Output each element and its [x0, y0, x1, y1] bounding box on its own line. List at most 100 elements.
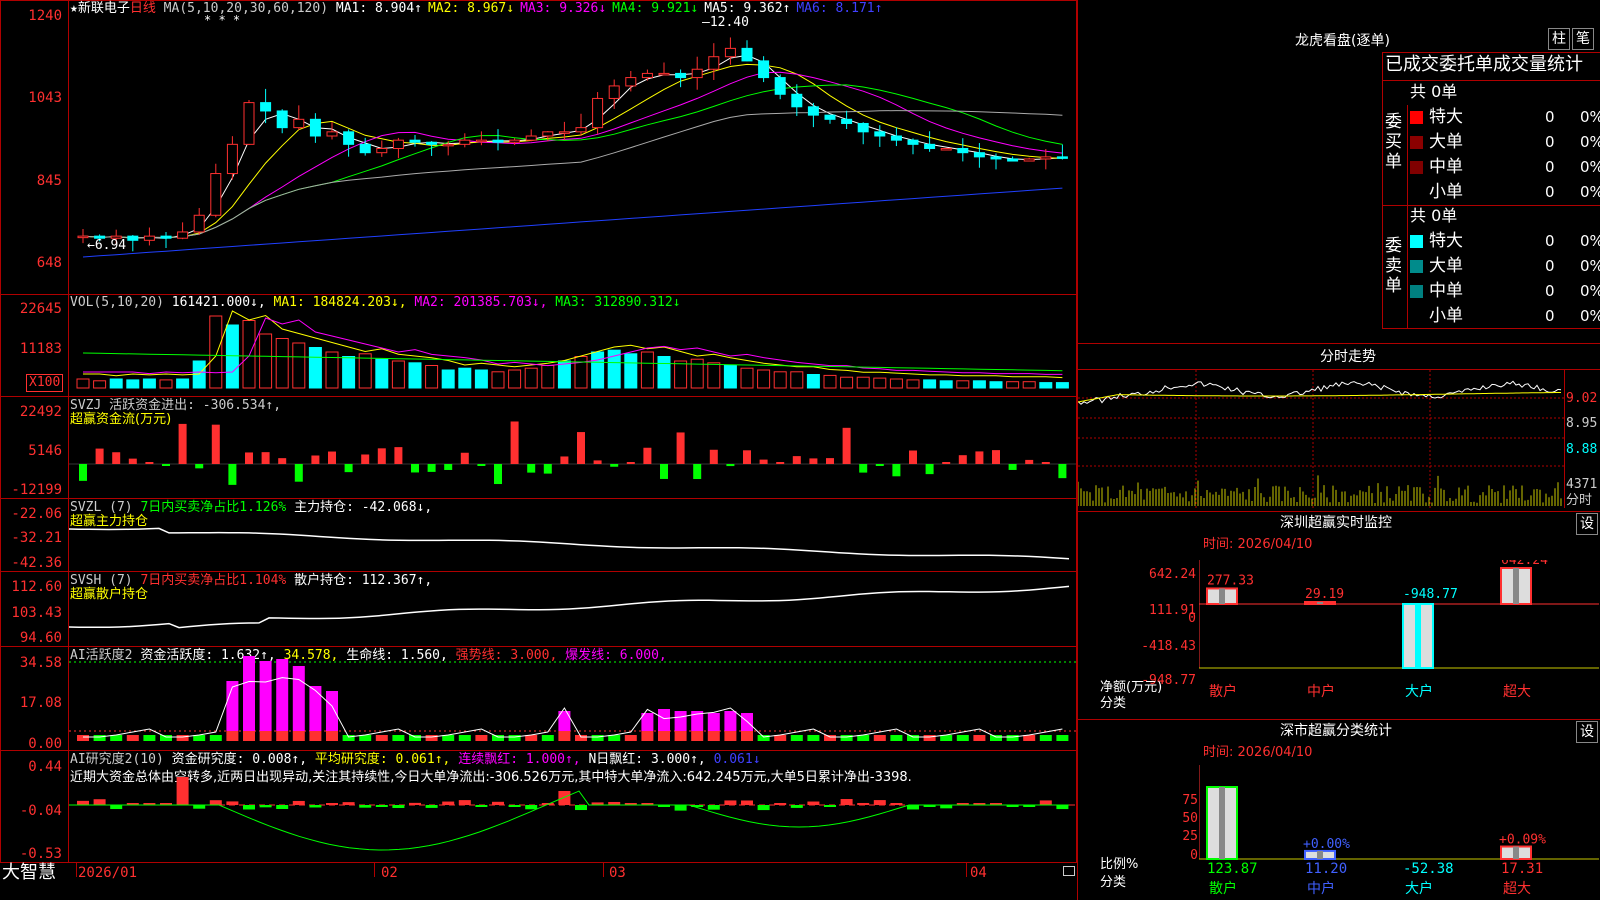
candle-body — [293, 118, 305, 129]
ai1-red-bar — [641, 731, 654, 741]
row-count: 0 — [1545, 183, 1555, 201]
buy-total: 共 0单 — [1410, 82, 1458, 101]
volume-bar — [441, 369, 455, 389]
candle-body — [608, 85, 620, 99]
brand-logo[interactable]: 大智慧 — [2, 864, 56, 882]
ai1-base-bar — [956, 735, 969, 741]
svzj-ylabel-3: -12199 — [11, 482, 62, 498]
ai1-base-bar — [458, 735, 471, 741]
candle-body — [874, 131, 886, 137]
ai1-base-bar — [591, 735, 604, 741]
svzl-line-chart[interactable] — [69, 499, 1076, 570]
svzj-bar — [909, 450, 917, 464]
svzj-bar — [693, 464, 702, 480]
volume-bar — [308, 347, 322, 389]
ai2-bar — [375, 805, 388, 807]
svzj-bar — [792, 456, 801, 464]
monitor-unit-label: 净额(万元) — [1100, 680, 1163, 695]
minute-top-sep — [1077, 343, 1600, 344]
monitor-bar-chart[interactable]: 277.33 散户 29.19 中户 -948.77 大户 642.24 超大 — [1199, 560, 1599, 718]
volume-bar — [906, 379, 920, 389]
ai1-magenta-bar — [243, 656, 255, 731]
candle-body — [359, 143, 371, 154]
svzj-bar — [942, 462, 951, 464]
classify-bar-value: -52.38 — [1403, 861, 1454, 877]
ai2-bar — [790, 805, 803, 808]
candle-body — [724, 47, 736, 58]
minute-ylabel-3: 8.88 — [1566, 442, 1598, 457]
ai1-base-bar — [824, 735, 836, 741]
dragon-header: 已成交委托单成交量统计 — [1385, 54, 1583, 75]
monitor-bar-stripe — [1415, 604, 1421, 668]
vol-unit-badge[interactable]: X100 — [26, 374, 64, 392]
order-row-3: 中单 0 0% — [1410, 280, 1600, 302]
minute-trend-chart[interactable] — [1078, 370, 1564, 508]
ai2-bar — [475, 805, 488, 807]
order-row-1: 特大 0 0% — [1410, 106, 1600, 128]
ai1-base-bar — [209, 735, 222, 741]
svsh-ylabel-3: 94.60 — [19, 630, 62, 646]
volume-bar — [491, 371, 505, 389]
ai2-bar — [1039, 800, 1052, 805]
volume-bars-chart[interactable] — [69, 295, 1076, 395]
ai2-research-chart[interactable] — [69, 751, 1076, 862]
ai1-red-bar — [226, 731, 239, 741]
volume-bar — [773, 371, 787, 389]
lock-icon[interactable] — [1063, 866, 1075, 876]
pen-mode-button[interactable]: 笔 — [1572, 28, 1594, 50]
ai1-red-bar — [259, 731, 272, 741]
ai1-base-bar — [1056, 735, 1069, 741]
ai2-bar — [1056, 805, 1069, 810]
ai2-bar — [442, 801, 455, 805]
ai1-base-bar — [392, 735, 405, 741]
svzj-bar — [411, 464, 419, 473]
svzj-bar — [245, 452, 253, 464]
ai1-magenta-bar — [326, 691, 338, 731]
order-row-4: 小单 0 0% — [1410, 305, 1600, 327]
ai1-base-bar — [541, 735, 554, 741]
ai2-ylabel-1: 0.44 — [28, 759, 62, 775]
candle-body — [525, 135, 537, 141]
volume-bar — [126, 379, 140, 389]
ai1-base-bar — [575, 735, 587, 741]
classify-bar-value: 17.31 — [1501, 861, 1543, 877]
monitor-bar-stripe — [1317, 602, 1323, 604]
monitor-settings-button[interactable]: 设 — [1576, 513, 1598, 535]
row-percent: 0% — [1580, 183, 1600, 201]
svzj-bar — [892, 464, 901, 477]
volume-bar — [142, 378, 156, 389]
svzj-bar — [128, 458, 137, 464]
row-color-swatch — [1410, 234, 1423, 248]
ai1-base-bar — [790, 735, 803, 741]
ai1-base-bar — [873, 735, 886, 741]
row-percent: 0% — [1580, 257, 1600, 275]
ai2-bar — [741, 800, 753, 805]
candle-body — [791, 93, 803, 108]
svzj-bar — [1025, 459, 1034, 464]
ai1-activity-chart[interactable] — [69, 647, 1076, 749]
price-candles-chart[interactable]: —12.40 ←6.94 — [69, 0, 1076, 293]
svzj-flow-chart[interactable] — [69, 397, 1076, 497]
ai2-bar — [508, 805, 521, 807]
svsh-line-chart[interactable] — [69, 572, 1076, 645]
svzj-bar — [709, 449, 718, 464]
classify-bar-chart[interactable]: 123.87 散户 +0.00% 11.20 中户 -52.38 大户 +0.09% 17.31… — [1199, 765, 1599, 900]
ai1-base-bar — [757, 735, 770, 741]
classify-settings-button[interactable]: 设 — [1576, 721, 1598, 743]
ai1-base-bar — [907, 735, 919, 741]
ai2-ylabel-3: -0.53 — [19, 846, 62, 862]
svzj-bar — [294, 464, 303, 482]
volume-bar — [259, 333, 273, 389]
ai1-base-bar — [923, 735, 936, 741]
bar-mode-button[interactable]: 柱 — [1548, 28, 1570, 50]
svzj-bar — [195, 464, 204, 469]
volume-bar — [342, 356, 356, 389]
svzj-bar — [1058, 464, 1067, 479]
dragon-title: 龙虎看盘(逐单) — [1295, 33, 1390, 49]
svzj-bar — [1041, 462, 1050, 464]
ai2-bar — [674, 805, 687, 811]
svzj-bar — [228, 464, 237, 485]
candle-body — [243, 102, 255, 145]
ai1-base-bar — [990, 735, 1002, 741]
ai1-red-bar — [558, 731, 571, 741]
